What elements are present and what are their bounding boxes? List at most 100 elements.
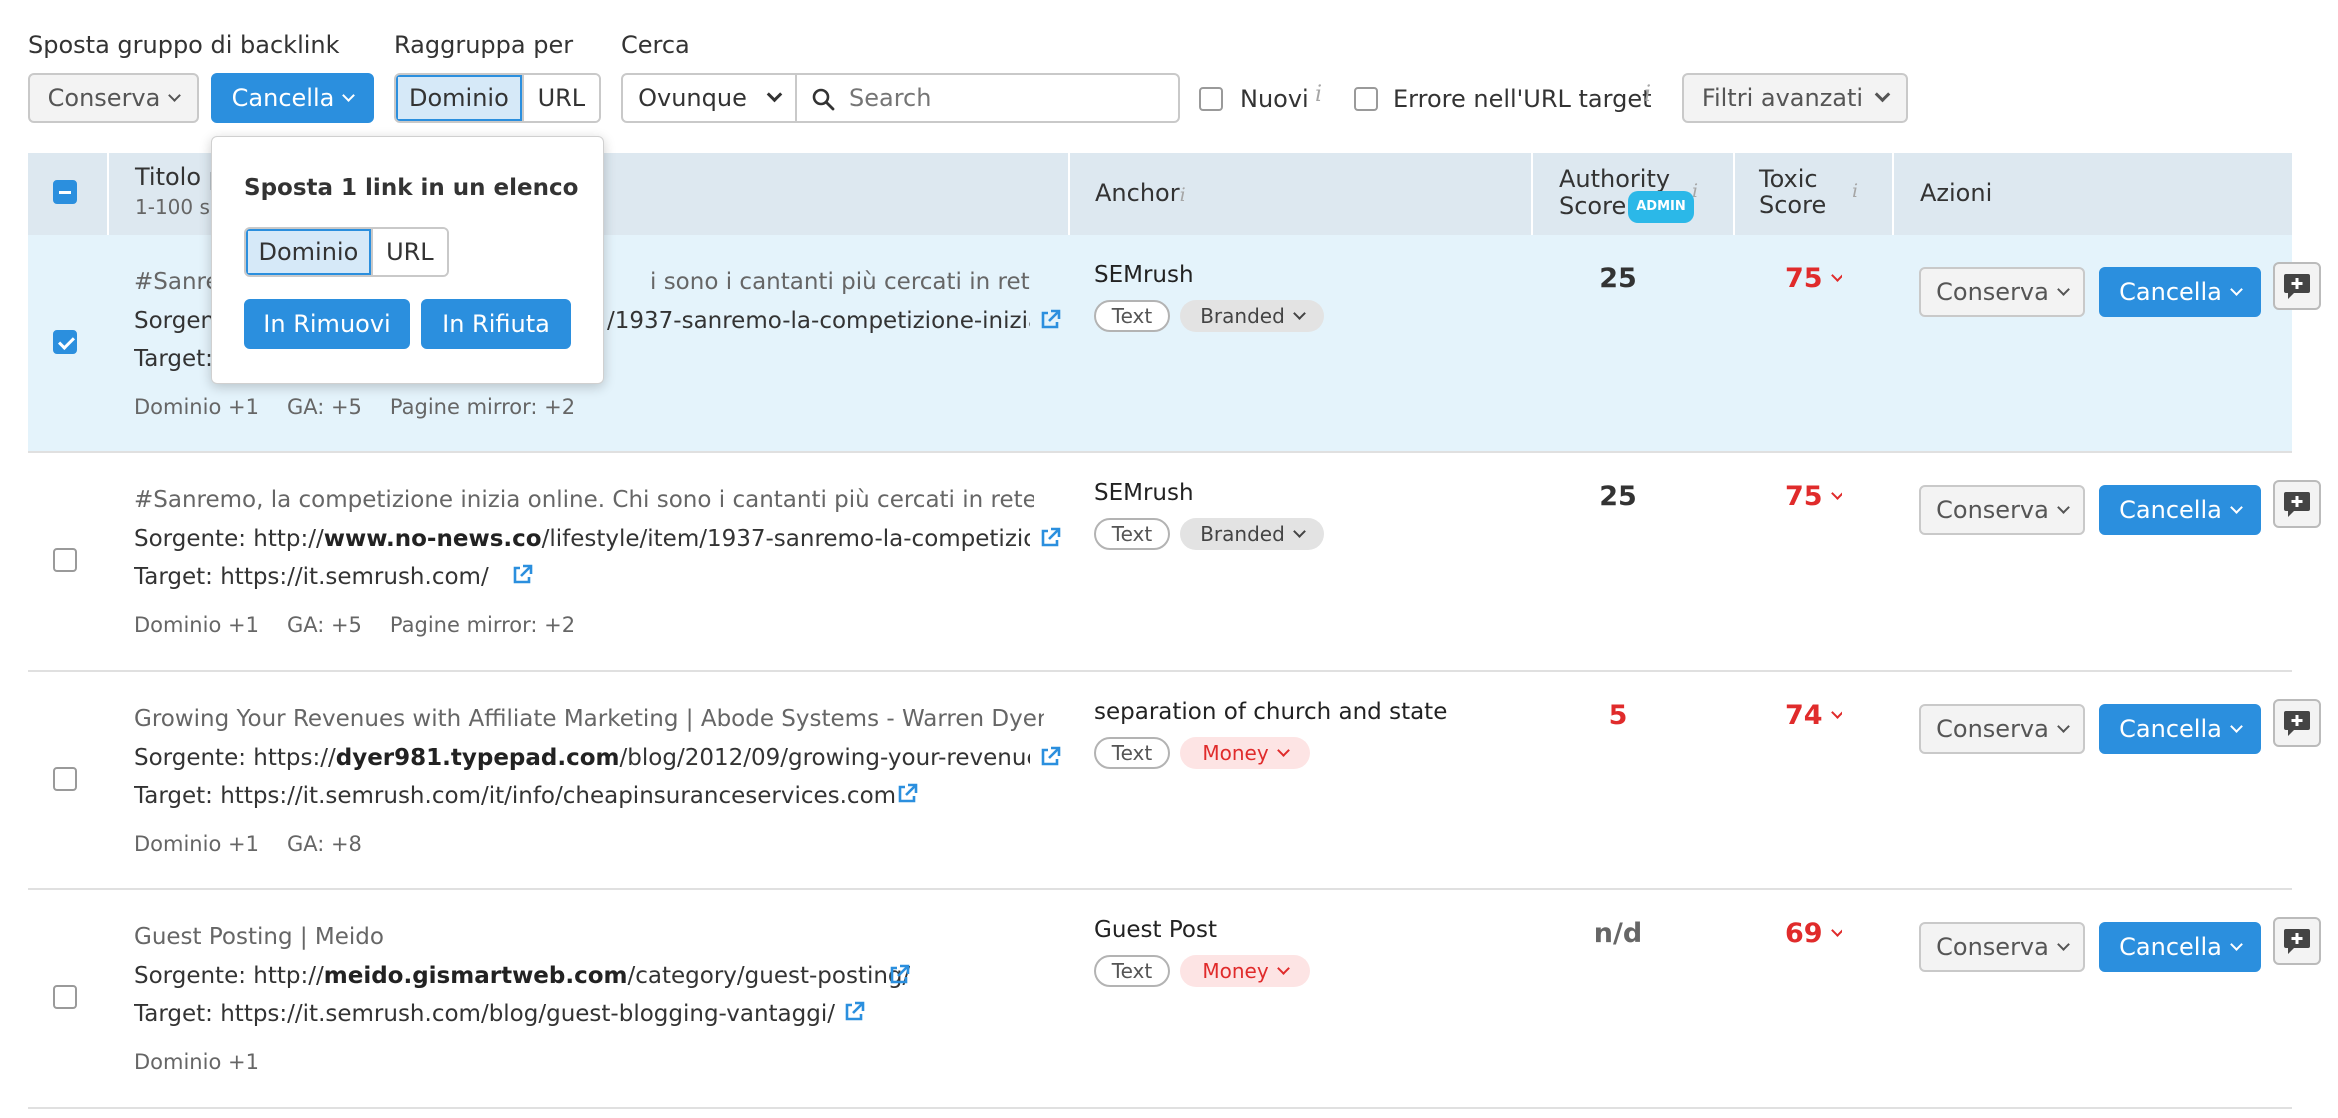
info-icon: i [1315, 82, 1323, 107]
comment-add-button[interactable] [2273, 262, 2321, 310]
row-checkbox[interactable] [53, 985, 77, 1009]
popup-option-domain[interactable]: Dominio [246, 229, 371, 275]
toxic-score-dropdown[interactable]: 69 [1785, 918, 1842, 949]
meta-ga[interactable]: GA: +8 [286, 832, 362, 856]
info-icon: i [1852, 180, 1859, 202]
comment-add-button[interactable] [2273, 480, 2321, 528]
meta-domain[interactable]: Dominio +1 [134, 613, 259, 637]
bulk-delete-button[interactable]: Cancella [211, 73, 374, 123]
external-link-icon[interactable] [896, 783, 918, 805]
external-link-icon[interactable] [511, 564, 533, 586]
tag-label: Branded [1200, 304, 1285, 328]
meta-ga[interactable]: GA: +5 [286, 613, 362, 637]
target-error-checkbox[interactable] [1354, 87, 1378, 111]
chevron-down-icon [2056, 719, 2070, 733]
meta-mirror[interactable]: Pagine mirror: +2 [389, 395, 576, 419]
keep-button[interactable]: Conserva [1919, 267, 2085, 317]
target-url[interactable]: https://it.semrush.com/it/info/cheapinsu… [220, 783, 896, 809]
row-title[interactable]: Guest Posting | Meido [134, 924, 1034, 950]
delete-button[interactable]: Cancella [2099, 485, 2261, 535]
select-all-checkbox[interactable] [53, 180, 77, 204]
delete-button[interactable]: Cancella [2099, 922, 2261, 972]
target-url[interactable]: https://it.semrush.com/blog/guest-bloggi… [220, 1001, 835, 1027]
toxic-score-dropdown[interactable]: 75 [1785, 263, 1842, 294]
external-link-icon[interactable] [1039, 309, 1061, 331]
meta-domain[interactable]: Dominio +1 [134, 1050, 259, 1074]
popup-option-url[interactable]: URL [370, 229, 447, 275]
column-divider [1733, 153, 1735, 235]
source-url[interactable]: http://meido.gismartweb.com/category/gue… [253, 963, 910, 989]
row-anchor: SEMrush [1094, 480, 1194, 506]
keep-button[interactable]: Conserva [1919, 704, 2085, 754]
group-by-domain[interactable]: Dominio [396, 75, 522, 121]
chevron-down-icon [2229, 282, 2243, 296]
external-link-icon[interactable] [843, 1001, 865, 1023]
col-anchor-header[interactable]: Anchori [1095, 179, 1186, 209]
external-link-icon[interactable] [1039, 746, 1061, 768]
move-to-reject-button[interactable]: In Rifiuta [421, 299, 571, 349]
delete-label: Cancella [2119, 933, 2222, 961]
bulk-keep-button[interactable]: Conserva [28, 73, 199, 123]
column-divider [1892, 153, 1894, 235]
target-error-label: Errore nell'URL target [1393, 85, 1652, 113]
chevron-down-icon [2229, 719, 2243, 733]
meta-domain[interactable]: Dominio +1 [134, 832, 259, 856]
row-source: Sorgente: http://www.no-news.co/lifestyl… [134, 526, 1030, 552]
col-toxic-header[interactable]: Toxic [1759, 165, 1818, 193]
toxic-score-dropdown[interactable]: 75 [1785, 481, 1842, 512]
row-title[interactable]: Growing Your Revenues with Affiliate Mar… [134, 706, 1044, 732]
group-by-url[interactable]: URL [521, 75, 599, 121]
tag-label: Money [1202, 741, 1269, 765]
delete-button[interactable]: Cancella [2099, 704, 2261, 754]
column-divider [1068, 153, 1070, 235]
row-checkbox[interactable] [53, 767, 77, 791]
group-by-toggle: Dominio URL [394, 73, 601, 123]
delete-label: Cancella [2119, 715, 2222, 743]
search-icon [812, 88, 835, 111]
row-title[interactable]: #Sanremo, la competizione inizia online.… [134, 487, 1034, 513]
row-checkbox[interactable] [53, 548, 77, 572]
new-label: Nuovi [1240, 85, 1309, 113]
tag-money-dropdown[interactable]: Money [1180, 955, 1310, 987]
meta-ga[interactable]: GA: +5 [286, 395, 362, 419]
col-authority-header[interactable]: Authority [1559, 165, 1670, 193]
keep-button[interactable]: Conserva [1919, 485, 2085, 535]
tag-branded-dropdown[interactable]: Branded [1180, 300, 1324, 332]
col-title-subheader: 1-100 su [135, 195, 223, 219]
search-scope-select[interactable]: Ovunque [621, 73, 797, 123]
move-to-remove-button[interactable]: In Rimuovi [244, 299, 410, 349]
meta-mirror[interactable]: Pagine mirror: +2 [389, 613, 576, 637]
chevron-down-icon [342, 88, 356, 102]
tag-text: Text [1094, 518, 1170, 550]
tag-branded-dropdown[interactable]: Branded [1180, 518, 1324, 550]
tag-money-dropdown[interactable]: Money [1180, 737, 1310, 769]
delete-label: Cancella [2119, 496, 2222, 524]
target-url[interactable]: https://it.semrush.com/ [220, 564, 488, 590]
tag-text: Text [1094, 955, 1170, 987]
chevron-down-icon [2229, 937, 2243, 951]
authority-score: 25 [1599, 481, 1637, 512]
source-url-domain: www.no-news.co [323, 526, 542, 552]
row-source-url[interactable]: /1937-sanremo-la-competizione-inizia [607, 308, 1030, 334]
row-checkbox[interactable] [53, 330, 77, 354]
source-url-path: /blog/2012/09/growing-your-revenues- [619, 745, 1030, 771]
keep-button[interactable]: Conserva [1919, 922, 2085, 972]
new-checkbox[interactable] [1199, 87, 1223, 111]
row-source: Sorgente: https://dyer981.typepad.com/bl… [134, 745, 1030, 771]
toxic-score-dropdown[interactable]: 74 [1785, 700, 1842, 731]
external-link-icon[interactable] [1039, 527, 1061, 549]
search-label: Cerca [621, 31, 690, 59]
search-input[interactable] [849, 81, 1169, 115]
tag-label: Money [1202, 959, 1269, 983]
advanced-filters-button[interactable]: Filtri avanzati [1682, 73, 1908, 123]
meta-domain[interactable]: Dominio +1 [134, 395, 259, 419]
delete-button[interactable]: Cancella [2099, 267, 2261, 317]
row-target: Target: https://it.semrush.com/ [134, 564, 489, 590]
external-link-icon[interactable] [888, 964, 910, 986]
comment-add-button[interactable] [2273, 699, 2321, 747]
row-meta: Dominio +1 [134, 1050, 259, 1074]
chevron-down-icon [2056, 282, 2070, 296]
comment-add-button[interactable] [2273, 917, 2321, 965]
source-url[interactable]: http://www.no-news.co/lifestyle/item/193… [253, 526, 1030, 552]
source-url[interactable]: https://dyer981.typepad.com/blog/2012/09… [253, 745, 1030, 771]
